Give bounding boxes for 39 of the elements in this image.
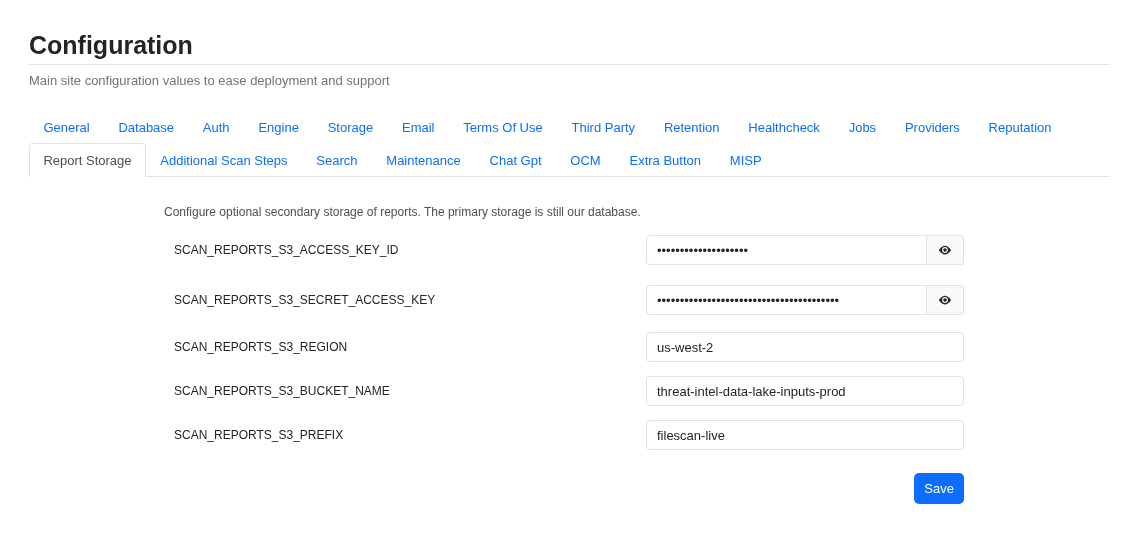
show-password-button[interactable] [927, 235, 964, 265]
field-label: SCAN_REPORTS_S3_ACCESS_KEY_ID [174, 243, 399, 257]
tab[interactable]: Report Storage [29, 143, 146, 177]
tab[interactable]: MISP [715, 143, 776, 177]
tab[interactable]: Retention [649, 110, 734, 144]
tab[interactable]: Reputation [974, 110, 1066, 144]
tab[interactable]: Maintenance [371, 143, 476, 177]
save-button[interactable]: Save [914, 473, 964, 504]
tab[interactable]: Third Party [557, 110, 650, 144]
tab[interactable]: Extra Button [615, 143, 716, 177]
tab[interactable]: General [29, 110, 105, 144]
tab[interactable]: OCM [555, 143, 616, 177]
tab[interactable]: Providers [890, 110, 975, 144]
page-subtitle: Main site configuration values to ease deployment and support [29, 73, 391, 88]
password-field[interactable]: •••••••••••••••••••••••••••••••••••••••• [646, 285, 927, 315]
tab[interactable]: Additional Scan Steps [145, 143, 302, 177]
tab[interactable]: Jobs [834, 110, 891, 144]
field-label: SCAN_REPORTS_S3_REGION [174, 340, 348, 354]
tab[interactable]: Search [301, 143, 372, 177]
tab[interactable]: Storage [313, 110, 388, 144]
show-password-button[interactable] [927, 285, 964, 315]
text-field[interactable]: filescan-live [646, 420, 964, 450]
password-field[interactable]: •••••••••••••••••••• [646, 235, 927, 265]
tab[interactable]: Terms Of Use [448, 110, 558, 144]
field-label: SCAN_REPORTS_S3_BUCKET_NAME [174, 384, 390, 398]
eye-icon [938, 293, 952, 307]
tab[interactable]: Healthcheck [733, 110, 835, 144]
eye-icon [938, 243, 952, 257]
field-label: SCAN_REPORTS_S3_SECRET_ACCESS_KEY [174, 293, 436, 307]
tab[interactable]: Database [104, 110, 189, 144]
tab[interactable]: Email [387, 110, 449, 144]
tab[interactable]: Chat Gpt [475, 143, 556, 177]
page-title: Configuration [29, 30, 1109, 65]
tab[interactable]: Auth [188, 110, 244, 144]
text-field[interactable]: us-west-2 [646, 332, 964, 362]
section-description: Configure optional secondary storage of reports. The primary storage is still our database. [164, 205, 642, 219]
tab[interactable]: Engine [244, 110, 314, 144]
text-field[interactable]: threat-intel-data-lake-inputs-prod [646, 376, 964, 406]
field-label: SCAN_REPORTS_S3_PREFIX [174, 428, 344, 442]
